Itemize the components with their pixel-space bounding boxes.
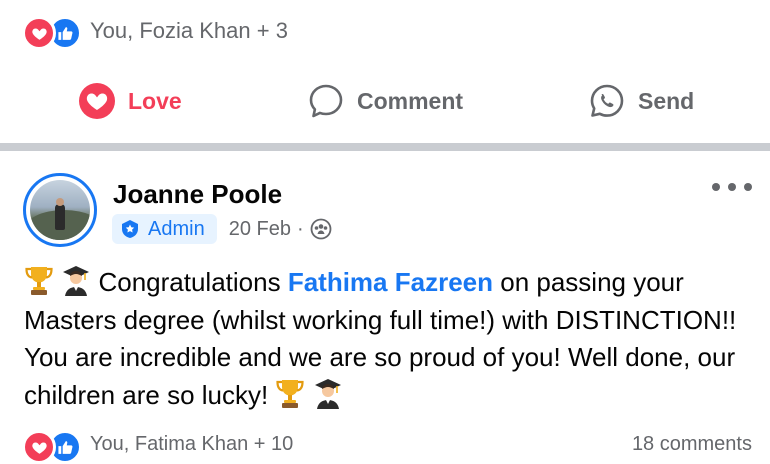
- whatsapp-icon: [588, 82, 626, 120]
- admin-label: Admin: [148, 217, 205, 240]
- post-reactors-text[interactable]: You, Fatima Khan + 10: [90, 433, 293, 456]
- post-meta: Admin 20 Feb ·: [112, 213, 332, 245]
- post-card: Joanne Poole Admin 20 Feb · Congratulati…: [0, 151, 770, 464]
- trophy-emoji: [275, 377, 305, 409]
- trophy-emoji: [24, 264, 54, 296]
- reactors-text[interactable]: You, Fozia Khan + 3: [90, 18, 288, 44]
- action-bar: Love Comment Send: [0, 80, 770, 122]
- love-reaction-icon: [22, 16, 56, 50]
- comments-count[interactable]: 18 comments: [632, 433, 752, 456]
- reactions-summary[interactable]: You, Fozia Khan + 3: [22, 14, 288, 50]
- author-name[interactable]: Joanne Poole: [113, 179, 282, 210]
- meta-separator: ·: [296, 217, 304, 240]
- avatar-photo: [30, 180, 90, 240]
- admin-badge-icon: [122, 220, 138, 238]
- love-reaction-icon: [22, 430, 56, 464]
- love-icon: [78, 82, 116, 120]
- more-dot-icon: [728, 183, 736, 191]
- mention-link[interactable]: Fathima Fazreen: [288, 267, 493, 297]
- reaction-icons: [22, 14, 82, 50]
- more-dot-icon: [712, 183, 720, 191]
- post-text-part1: Congratulations: [98, 267, 281, 297]
- post-date[interactable]: 20 Feb: [229, 218, 291, 241]
- more-options-button[interactable]: [712, 179, 752, 195]
- previous-post-footer: You, Fozia Khan + 3 Love Comment Send: [0, 0, 770, 143]
- graduate-emoji: [61, 264, 91, 296]
- feed-divider: [0, 143, 770, 151]
- admin-badge[interactable]: Admin: [112, 214, 217, 244]
- group-icon: [310, 218, 332, 240]
- comment-button[interactable]: Comment: [307, 80, 463, 122]
- graduate-emoji: [313, 377, 343, 409]
- send-label: Send: [638, 87, 695, 114]
- avatar[interactable]: [23, 173, 97, 247]
- love-button[interactable]: Love: [78, 80, 182, 122]
- love-label: Love: [128, 87, 182, 114]
- post-reactions-summary[interactable]: You, Fatima Khan + 10 18 comments: [22, 429, 752, 464]
- post-body: Congratulations Fathima Fazreen on passi…: [24, 264, 754, 414]
- comment-label: Comment: [357, 87, 464, 114]
- send-button[interactable]: Send: [588, 80, 694, 122]
- more-dot-icon: [744, 183, 752, 191]
- comment-icon: [307, 82, 345, 120]
